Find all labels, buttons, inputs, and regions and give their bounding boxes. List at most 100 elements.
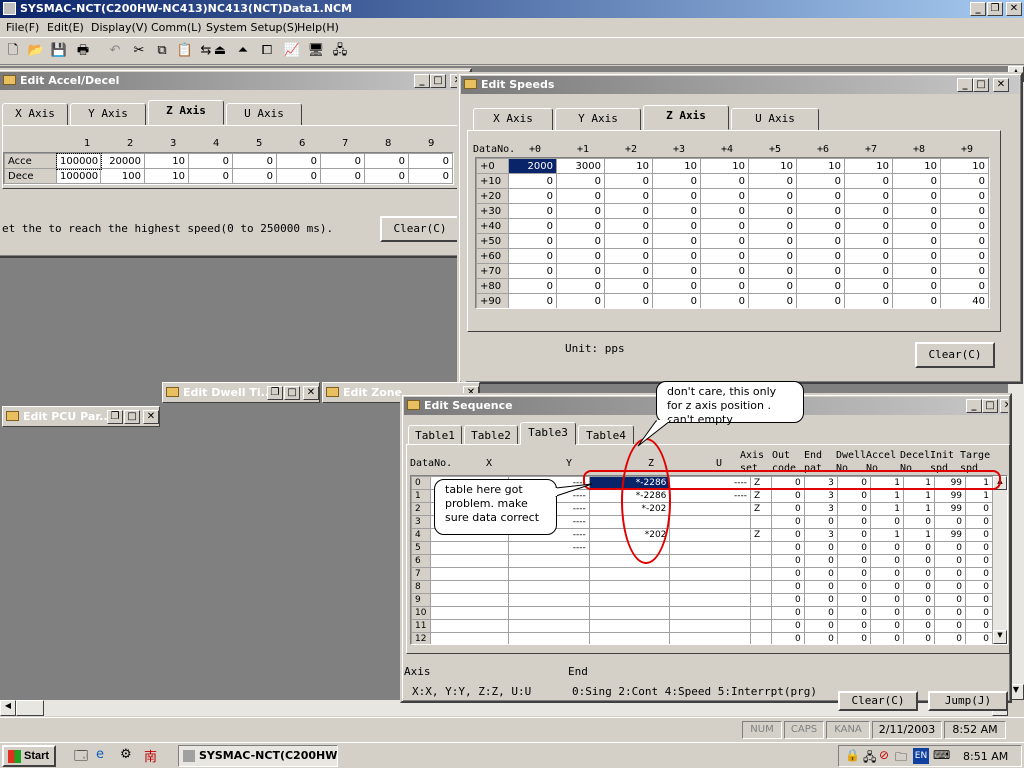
speeds-cell[interactable]: 10 [844,158,893,174]
sequence-cell[interactable] [429,567,510,581]
sequence-cell[interactable]: 0 [803,593,838,607]
speeds-cell[interactable]: 0 [604,188,653,204]
sequence-cell[interactable] [669,567,752,581]
sequence-cell[interactable]: 1 [903,528,936,542]
speeds-cell[interactable]: 0 [604,278,653,294]
speeds-cell[interactable]: 40 [940,293,989,308]
sequence-cell[interactable]: 0 [869,593,905,607]
sequence-cell[interactable]: 0 [803,567,838,581]
tab-y-axis[interactable]: Y Axis [70,103,146,125]
speeds-cell[interactable]: 0 [604,233,653,249]
speeds-cell[interactable]: 0 [748,173,797,189]
speeds-cell[interactable]: 0 [940,203,989,219]
close-icon[interactable]: ✕ [993,78,1009,92]
sequence-cell[interactable]: 0 [965,567,993,581]
close-icon[interactable]: ✕ [1006,2,1022,16]
speeds-cell[interactable]: 0 [892,203,941,219]
tab-u-axis[interactable]: U Axis [226,103,302,125]
sequence-cell[interactable]: 0 [869,619,905,633]
speeds-cell[interactable]: 0 [508,173,557,189]
sequence-cell[interactable]: 0 [869,515,905,529]
speeds-cell[interactable]: 0 [700,293,749,308]
tray-blocked-icon[interactable]: ⊘ [879,748,889,762]
speeds-cell[interactable]: 0 [508,248,557,264]
sequence-cell[interactable] [669,632,752,644]
accel-cell[interactable]: 10 [144,168,189,184]
accel-cell[interactable]: 0 [364,153,409,169]
sequence-cell[interactable]: 0 [934,619,967,633]
sequence-cell[interactable] [588,567,671,581]
speeds-cell[interactable]: 0 [604,218,653,234]
speeds-cell[interactable]: 0 [796,248,845,264]
sequence-cell[interactable]: 0 [903,632,936,644]
menu-file[interactable]: File(F) [6,19,39,37]
sequence-cell[interactable] [669,580,752,594]
speeds-cell[interactable]: 0 [892,278,941,294]
sequence-cell[interactable]: 0 [803,554,838,568]
sequence-cell[interactable] [429,554,510,568]
sequence-cell[interactable] [669,619,752,633]
sequence-cell[interactable] [669,606,752,620]
sequence-cell[interactable]: ---- [508,541,590,555]
speeds-cell[interactable]: 0 [556,188,605,204]
sequence-cell[interactable]: ---- [669,489,752,503]
sequence-cell[interactable] [669,515,752,529]
speeds-cell[interactable]: 0 [844,263,893,279]
sequence-cell[interactable]: 0 [836,554,871,568]
sequence-cell[interactable]: 0 [803,619,838,633]
sequence-cell[interactable]: 0 [903,541,936,555]
minimized-pcu-window[interactable]: Edit PCU Par... ❐ □ ✕ [2,406,160,427]
speeds-cell[interactable]: 0 [748,188,797,204]
sequence-cell[interactable] [750,541,772,555]
speeds-cell[interactable]: 0 [508,233,557,249]
sequence-cell[interactable]: 0 [770,580,805,594]
sequence-cell[interactable]: 0 [803,632,838,644]
speeds-cell[interactable]: 0 [652,173,701,189]
sequence-cell[interactable]: 1 [869,489,905,503]
restore-icon[interactable]: ❐ [107,410,123,424]
ie-icon[interactable]: e [96,747,104,762]
speeds-cell[interactable]: 0 [940,218,989,234]
accel-cell[interactable]: 100 [100,168,145,184]
speeds-cell[interactable]: 0 [892,173,941,189]
sequence-vscroll[interactable]: ▲ ▼ [993,476,1007,644]
speeds-cell[interactable]: 0 [604,263,653,279]
network-icon[interactable]: 🖧 [329,40,351,62]
speeds-cell[interactable]: 10 [892,158,941,174]
minimize-icon[interactable]: _ [414,74,430,88]
speeds-cell[interactable]: 0 [556,203,605,219]
maximize-icon[interactable]: □ [982,399,998,413]
sequence-cell[interactable]: 0 [965,541,993,555]
speeds-cell[interactable]: 10 [604,158,653,174]
sequence-cell[interactable]: 1 [903,489,936,503]
sequence-cell[interactable] [669,554,752,568]
speeds-cell[interactable]: 0 [652,188,701,204]
sequence-cell[interactable] [429,541,510,555]
sequence-cell[interactable]: 0 [869,554,905,568]
speeds-cell[interactable]: 0 [700,233,749,249]
speeds-cell[interactable]: 0 [508,188,557,204]
speeds-cell[interactable]: 0 [748,293,797,308]
kanji-icon[interactable]: 南 [144,746,157,765]
sequence-cell[interactable] [750,593,772,607]
sequence-cell[interactable]: 0 [770,554,805,568]
speeds-cell[interactable]: 0 [940,188,989,204]
sequence-cell[interactable]: 0 [836,632,871,644]
sequence-cell[interactable]: 1 [965,489,993,503]
speeds-cell[interactable]: 0 [844,248,893,264]
sequence-cell[interactable]: 0 [965,632,993,644]
start-button[interactable]: Start [2,745,56,767]
speeds-cell[interactable]: 0 [604,293,653,308]
sequence-cell[interactable]: 1 [869,528,905,542]
speeds-cell[interactable]: 0 [700,218,749,234]
speeds-cell[interactable]: 0 [844,278,893,294]
sequence-cell[interactable]: 0 [903,606,936,620]
taskbar-app-button[interactable]: SYSMAC-NCT(C200HW... [178,745,338,767]
sequence-jump-button[interactable]: Jump(J) [928,691,1008,711]
speeds-clear-button[interactable]: Clear(C) [915,342,995,368]
accel-cell[interactable]: 0 [408,168,453,184]
print-icon[interactable]: 🖶 [72,40,94,62]
speeds-cell[interactable]: 10 [700,158,749,174]
sequence-cell[interactable]: 0 [869,541,905,555]
pc-icon[interactable]: 🖥 [305,40,327,62]
